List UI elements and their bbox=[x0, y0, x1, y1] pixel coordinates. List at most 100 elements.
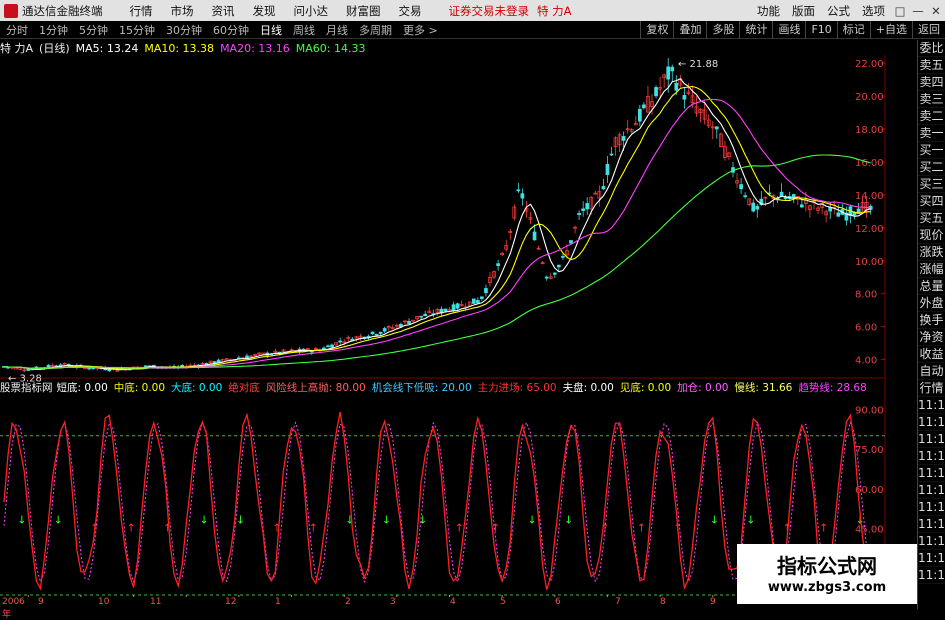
candle-body bbox=[480, 296, 484, 299]
ma20-line bbox=[3, 98, 871, 369]
buy-arrow-icon: ↑ bbox=[819, 521, 828, 534]
tool-tongji[interactable]: 统计 bbox=[739, 21, 772, 39]
side-quote-7[interactable]: 买二 bbox=[918, 159, 945, 176]
candle-body bbox=[451, 304, 456, 312]
tool-huaxian[interactable]: 画线 bbox=[772, 21, 805, 39]
side-quote-27[interactable]: 11:1 bbox=[918, 499, 945, 516]
side-quote-9[interactable]: 买四 bbox=[918, 193, 945, 210]
quote-side-panel: 委比 卖五 卖四 卖三 卖二 卖一 买一 买二 买三 买四 买五 现价 涨跌 涨幅 总量 外盘 换手 净资 收益 自动… bbox=[917, 40, 945, 609]
tool-duogu[interactable]: 多股 bbox=[706, 21, 739, 39]
menu-caifuquan[interactable]: 财富圈 bbox=[346, 3, 381, 19]
sell-arrow-icon: ↓ bbox=[199, 513, 208, 526]
side-quote-8[interactable]: 买三 bbox=[918, 176, 945, 193]
sell-arrow-icon: ↓ bbox=[236, 513, 245, 526]
side-quote-31[interactable]: 11:1 bbox=[918, 567, 945, 584]
side-quote-12[interactable]: 涨跌 bbox=[918, 244, 945, 261]
tool-fuquan[interactable]: 复权 bbox=[640, 21, 673, 39]
menu-gongneng[interactable]: 功能 bbox=[757, 3, 780, 19]
menu-gongshi[interactable]: 公式 bbox=[827, 3, 850, 19]
candle-body bbox=[516, 189, 521, 192]
indicator-item-5: 机会线下低吸: 20.00 bbox=[371, 382, 472, 394]
side-quote-23[interactable]: 11:1 bbox=[918, 431, 945, 448]
period-multi[interactable]: 多周期 bbox=[359, 22, 392, 38]
side-quote-16[interactable]: 换手 bbox=[918, 312, 945, 329]
candle-body bbox=[552, 272, 557, 275]
side-quote-29[interactable]: 11:1 bbox=[918, 533, 945, 550]
indicator-item-10: 慢线: 31.66 bbox=[734, 382, 793, 394]
period-label: (日线) bbox=[39, 42, 70, 55]
candle-body bbox=[791, 194, 796, 198]
indicator-name[interactable]: 股票指标网 bbox=[0, 380, 53, 395]
side-quote-17[interactable]: 净资 bbox=[918, 329, 945, 346]
period-daily[interactable]: 日线 bbox=[260, 22, 282, 38]
candle-body bbox=[382, 328, 387, 332]
side-quote-3[interactable]: 卖三 bbox=[918, 91, 945, 108]
indicator-item-8: 见底: 0.00 bbox=[619, 382, 672, 394]
date-label-3: 11 bbox=[150, 597, 162, 607]
period-weekly[interactable]: 周线 bbox=[293, 22, 315, 38]
side-quote-0[interactable]: 委比 bbox=[918, 40, 945, 57]
side-quote-30[interactable]: 11:1 bbox=[918, 550, 945, 567]
period-5min[interactable]: 5分钟 bbox=[79, 22, 108, 38]
candle-body bbox=[46, 364, 51, 368]
side-quote-24[interactable]: 11:1 bbox=[918, 448, 945, 465]
badge-title: 指标公式网 bbox=[777, 554, 877, 578]
menu-zixun[interactable]: 资讯 bbox=[212, 3, 235, 19]
side-quote-28[interactable]: 11:1 bbox=[918, 516, 945, 533]
maximize-icon[interactable]: □ bbox=[893, 4, 907, 18]
side-quote-20[interactable]: 行情 bbox=[918, 380, 945, 397]
tool-diejia[interactable]: 叠加 bbox=[673, 21, 706, 39]
side-quote-6[interactable]: 买一 bbox=[918, 142, 945, 159]
side-quote-25[interactable]: 11:1 bbox=[918, 465, 945, 482]
period-60min[interactable]: 60分钟 bbox=[213, 22, 249, 38]
tool-biaoji[interactable]: 标记 bbox=[836, 21, 870, 39]
buy-arrow-icon: ↑ bbox=[455, 521, 464, 534]
chart-area[interactable]: 22.00 20.00 18.00 1 6.00 14.00 12.00 10.00 8.00 6… bbox=[0, 40, 917, 609]
stock-name-title: 特 力A bbox=[537, 3, 572, 18]
period-monthly[interactable]: 月线 bbox=[326, 22, 348, 38]
side-quote-11[interactable]: 现价 bbox=[918, 227, 945, 244]
side-quote-19[interactable]: 自动 bbox=[918, 363, 945, 380]
side-quote-1[interactable]: 卖五 bbox=[918, 57, 945, 74]
side-quote-15[interactable]: 外盘 bbox=[918, 295, 945, 312]
side-quote-21[interactable]: 11:1 bbox=[918, 397, 945, 414]
menu-faxian[interactable]: 发现 bbox=[253, 3, 276, 19]
side-quote-22[interactable]: 11:1 bbox=[918, 414, 945, 431]
side-quote-10[interactable]: 买五 bbox=[918, 210, 945, 227]
date-label-7: 3 bbox=[390, 597, 396, 607]
side-quote-18[interactable]: 收益 bbox=[918, 346, 945, 363]
sell-arrow-icon: ↓ bbox=[382, 513, 391, 526]
side-quote-26[interactable]: 11:1 bbox=[918, 482, 945, 499]
side-quote-4[interactable]: 卖二 bbox=[918, 108, 945, 125]
side-quote-14[interactable]: 总量 bbox=[918, 278, 945, 295]
minimize-icon[interactable]: — bbox=[911, 4, 925, 18]
login-warning[interactable]: 证券交易未登录 bbox=[449, 3, 530, 19]
menu-xuanxiang[interactable]: 选项 bbox=[862, 3, 885, 19]
menu-hangqing[interactable]: 行情 bbox=[130, 3, 153, 19]
menu-shichang[interactable]: 市场 bbox=[171, 3, 194, 19]
badge-url: www.zbgs3.com bbox=[767, 580, 887, 595]
period-30min[interactable]: 30分钟 bbox=[166, 22, 202, 38]
app-logo-icon bbox=[4, 3, 18, 18]
tool-fanhui[interactable]: 返回 bbox=[912, 21, 945, 39]
candle-body bbox=[836, 212, 841, 217]
tool-f10[interactable]: F10 bbox=[805, 21, 836, 39]
candle-body bbox=[326, 345, 330, 348]
menu-jiaoyi[interactable]: 交易 bbox=[399, 3, 422, 19]
indicator-item-7: 夫盘: 0.00 bbox=[562, 382, 614, 394]
period-more[interactable]: 更多 > bbox=[403, 22, 438, 38]
period-fenshi[interactable]: 分时 bbox=[6, 22, 28, 38]
indicator-item-2: 大底: 0.00 bbox=[171, 382, 223, 394]
menu-banmian[interactable]: 版面 bbox=[792, 3, 815, 19]
period-15min[interactable]: 15分钟 bbox=[119, 22, 155, 38]
date-label-1: 9 bbox=[38, 597, 44, 607]
menu-wenxiaoda[interactable]: 问小达 bbox=[294, 3, 329, 19]
candle-body bbox=[443, 308, 448, 312]
side-quote-13[interactable]: 涨幅 bbox=[918, 261, 945, 278]
tool-zixuan[interactable]: +自选 bbox=[869, 21, 912, 39]
side-quote-2[interactable]: 卖四 bbox=[918, 74, 945, 91]
candle-body bbox=[471, 298, 476, 304]
side-quote-5[interactable]: 卖一 bbox=[918, 125, 945, 142]
close-icon[interactable]: ✕ bbox=[929, 4, 943, 18]
period-1min[interactable]: 1分钟 bbox=[39, 22, 68, 38]
